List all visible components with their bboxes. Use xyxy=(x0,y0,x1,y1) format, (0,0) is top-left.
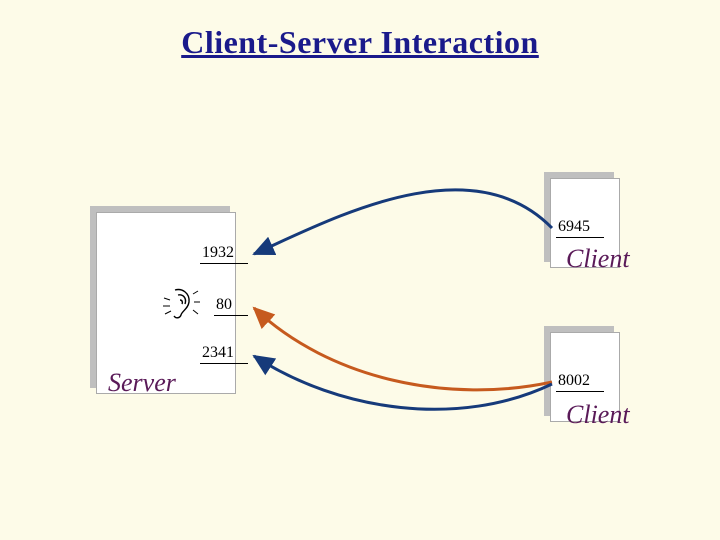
port-number: 1932 xyxy=(200,244,236,262)
port-number: 2341 xyxy=(200,344,236,362)
port-number: 80 xyxy=(214,296,234,314)
port-number: 8002 xyxy=(556,372,592,390)
diagram-stage: Client-Server Interaction 1932 80 2341 xyxy=(0,0,720,540)
arrow-6945-to-1932 xyxy=(254,190,552,254)
server-port-2341: 2341 xyxy=(200,344,248,362)
server-port-80: 80 xyxy=(214,296,248,314)
client1-label: Client xyxy=(566,244,630,274)
port-number: 6945 xyxy=(556,218,592,236)
client2-port: 8002 xyxy=(556,372,604,390)
client1-port: 6945 xyxy=(556,218,604,236)
diagram-title: Client-Server Interaction xyxy=(0,24,720,61)
arrow-8002-to-2341 xyxy=(254,356,552,409)
arrow-8002-to-80 xyxy=(254,308,552,390)
ear-icon xyxy=(160,284,200,325)
server-label: Server xyxy=(108,368,176,398)
client2-label: Client xyxy=(566,400,630,430)
server-port-1932: 1932 xyxy=(200,244,248,262)
